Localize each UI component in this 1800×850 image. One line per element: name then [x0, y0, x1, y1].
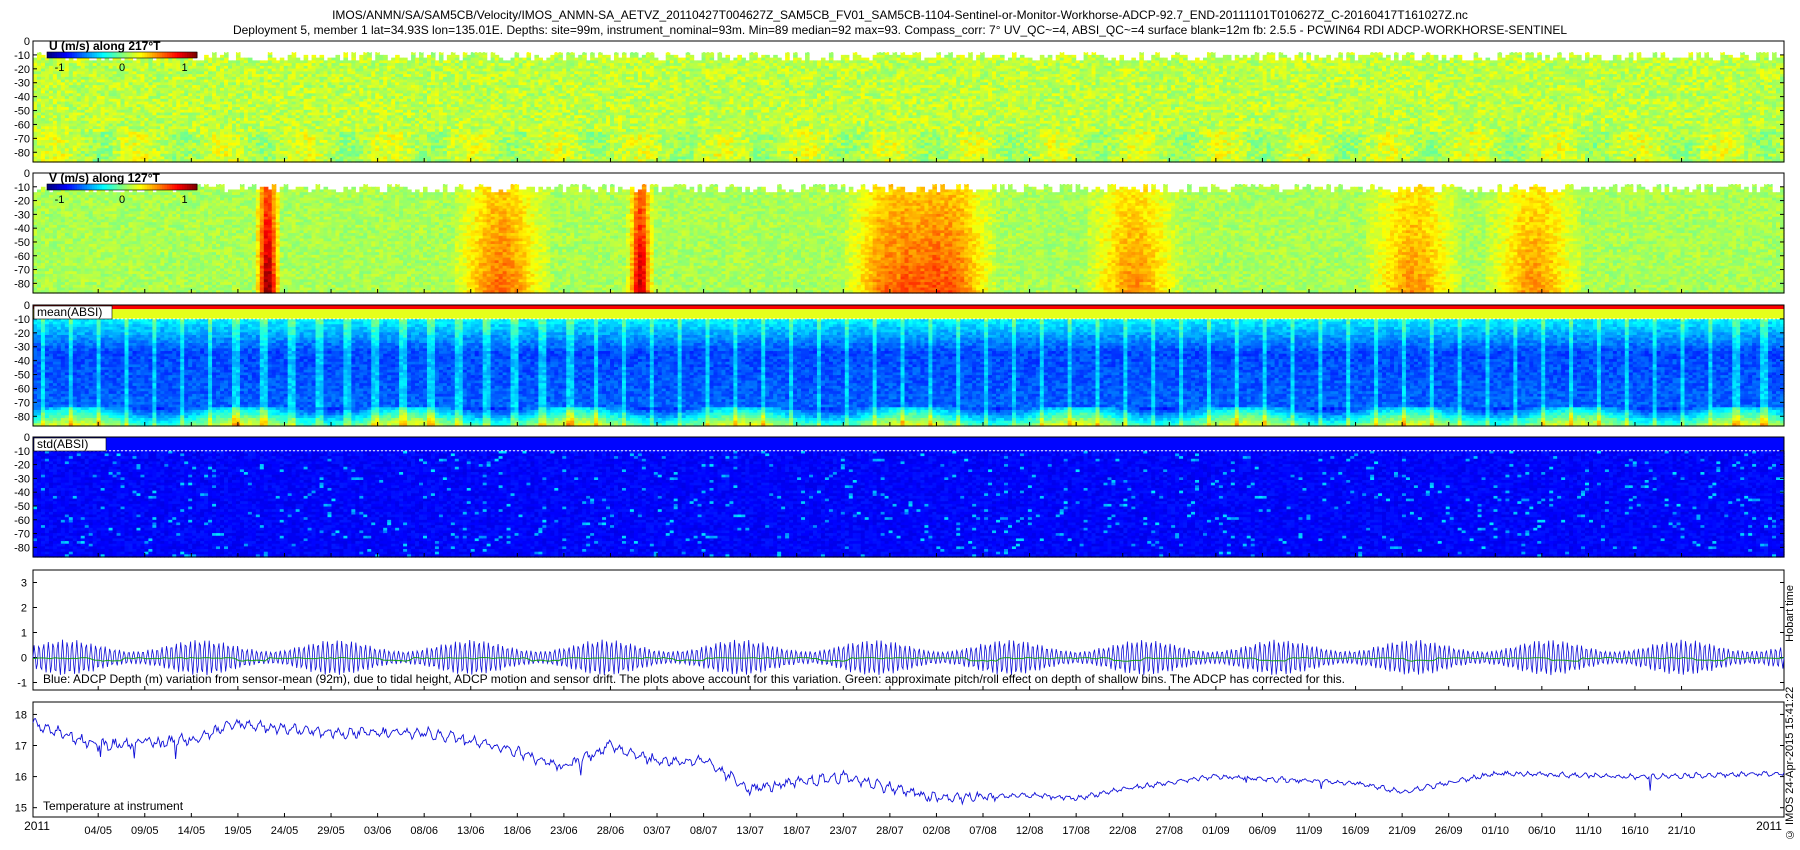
adcp-figure: 0-10-20-30-40-50-60-70-80U (m/s) along 2…: [0, 0, 1800, 850]
heatmap-panel-1: [33, 41, 1785, 163]
